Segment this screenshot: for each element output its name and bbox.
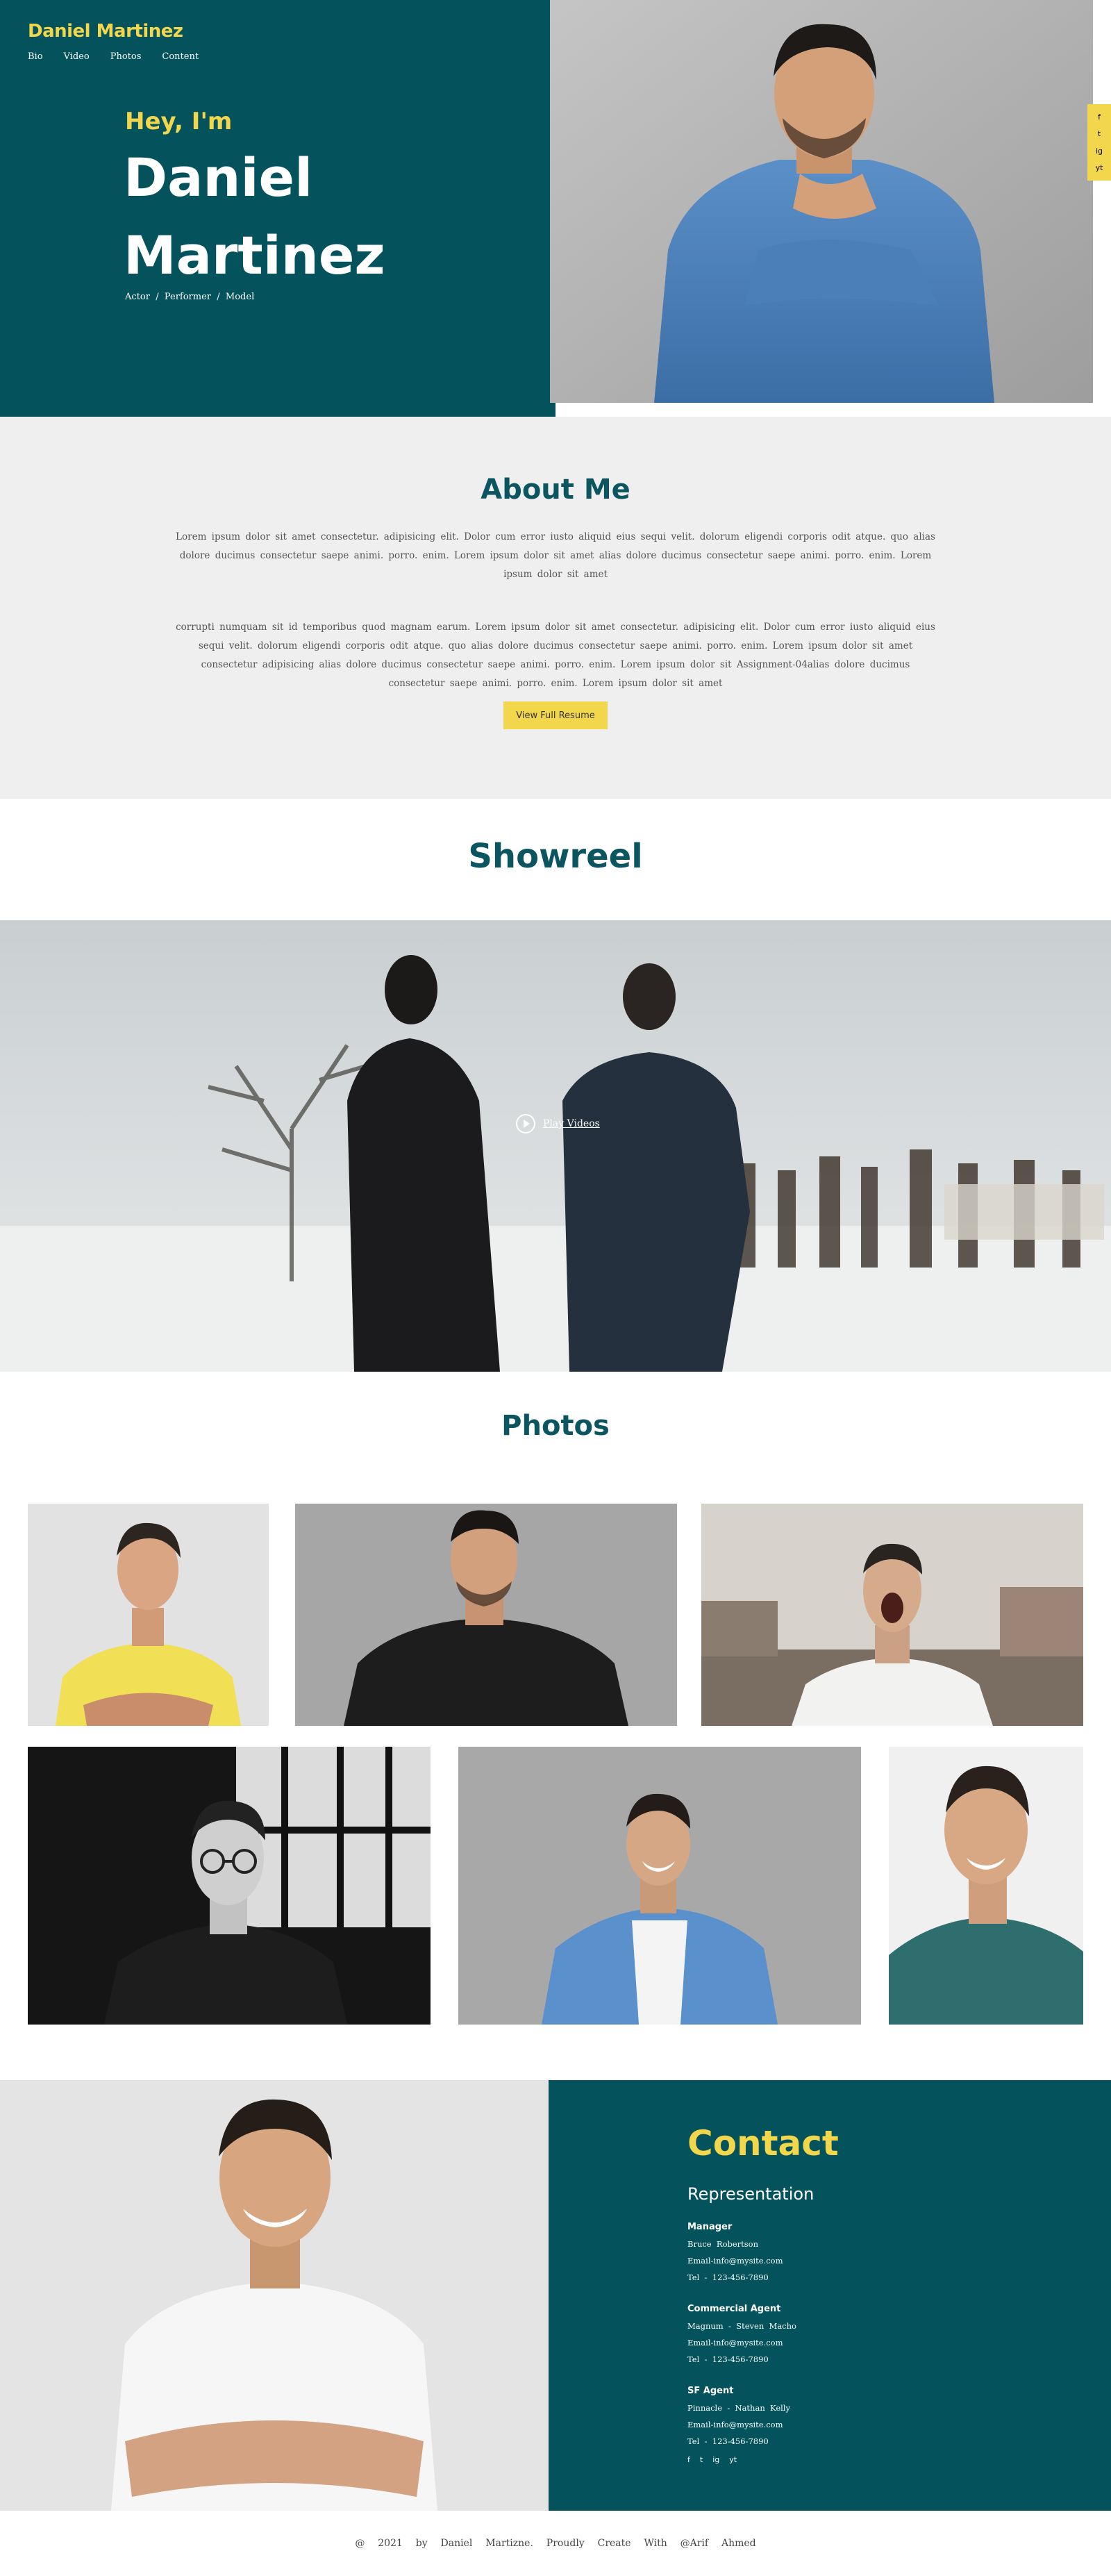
gallery-photo-5[interactable]: [458, 1747, 861, 2025]
agent-commercial: Commercial Agent Magnum - Steven Macho E…: [687, 2301, 796, 2368]
hero-name-first: Daniel: [124, 147, 313, 208]
nav-video[interactable]: Video: [64, 51, 90, 62]
nav-bio[interactable]: Bio: [28, 51, 43, 62]
contact-social-links: f t ig yt: [687, 2455, 737, 2464]
twitter-icon[interactable]: t: [700, 2455, 703, 2464]
agent-tel: Tel - 123-456-7890: [687, 2272, 769, 2282]
gallery-photo-1[interactable]: [28, 1504, 269, 1726]
social-rail: f t ig yt: [1087, 104, 1111, 181]
showreel-video-banner[interactable]: Play Videos: [0, 920, 1111, 1372]
contact-section: Contact Representation Manager Bruce Rob…: [549, 2080, 1111, 2511]
about-paragraph-2: corrupti numquam sit id temporibus quod …: [176, 622, 935, 689]
facebook-icon[interactable]: f: [1098, 113, 1101, 122]
nav-content[interactable]: Content: [162, 51, 199, 62]
agent-role: Manager: [687, 2222, 733, 2232]
facebook-icon[interactable]: f: [687, 2455, 690, 2464]
brand-logo[interactable]: Daniel Martinez: [28, 21, 183, 42]
about-section: About Me Lorem ipsum dolor sit amet cons…: [0, 417, 1111, 799]
hero-name: Daniel Martinez: [124, 139, 512, 294]
showreel-illustration: [0, 920, 1111, 1372]
agent-email[interactable]: Email-info@mysite.com: [687, 2334, 796, 2351]
photo-illustration: [28, 1504, 269, 1726]
gallery-photo-3[interactable]: [701, 1504, 1083, 1726]
youtube-icon[interactable]: yt: [729, 2455, 737, 2464]
representation-subtitle: Representation: [687, 2184, 815, 2204]
agent-tel: Tel - 123-456-7890: [687, 2354, 769, 2364]
agent-name: Magnum - Steven Macho: [687, 2321, 796, 2331]
hero-greeting: Hey, I'm: [125, 108, 233, 135]
gallery-photo-2[interactable]: [295, 1504, 677, 1726]
agent-tel: Tel - 123-456-7890: [687, 2436, 769, 2446]
hero-name-last: Martinez: [124, 224, 385, 286]
gallery-photo-6[interactable]: [889, 1747, 1083, 2025]
nav-photos[interactable]: Photos: [110, 51, 142, 62]
footer-copyright: @ 2021 by Daniel Martizne. Proudly Creat…: [355, 2538, 756, 2549]
agent-role: SF Agent: [687, 2386, 734, 2396]
view-resume-button[interactable]: View Full Resume: [503, 701, 608, 729]
portrait-illustration: [550, 0, 1093, 403]
agent-name: Bruce Robertson: [687, 2239, 759, 2249]
photo-illustration: [701, 1504, 1083, 1726]
hero-panel: Daniel Martinez Bio Video Photos Content…: [0, 0, 556, 417]
play-videos-label[interactable]: Play Videos: [543, 1118, 600, 1129]
photo-illustration: [28, 1747, 431, 2025]
photo-illustration: [295, 1504, 677, 1726]
photo-illustration: [458, 1747, 861, 2025]
agent-email[interactable]: Email-info@mysite.com: [687, 2416, 790, 2433]
play-videos-link[interactable]: Play Videos: [515, 1113, 600, 1134]
portrait-illustration: [0, 2080, 549, 2511]
agent-sf: SF Agent Pinnacle - Nathan Kelly Email-i…: [687, 2383, 790, 2450]
agent-name: Pinnacle - Nathan Kelly: [687, 2403, 790, 2413]
instagram-icon[interactable]: ig: [712, 2455, 719, 2464]
hero-portrait-photo: [550, 0, 1093, 403]
photos-title: Photos: [501, 1410, 610, 1442]
instagram-icon[interactable]: ig: [1096, 147, 1103, 156]
hero-section: Daniel Martinez Bio Video Photos Content…: [0, 0, 1111, 417]
about-title: About Me: [481, 474, 630, 506]
twitter-icon[interactable]: t: [1098, 129, 1101, 138]
gallery-photo-4[interactable]: [28, 1747, 431, 2025]
youtube-icon[interactable]: yt: [1096, 163, 1103, 172]
agent-email[interactable]: Email-info@mysite.com: [687, 2252, 783, 2269]
contact-title: Contact: [687, 2123, 839, 2163]
main-nav: Bio Video Photos Content: [28, 51, 199, 62]
photo-illustration: [889, 1747, 1083, 2025]
agent-manager: Manager Bruce Robertson Email-info@mysit…: [687, 2219, 783, 2286]
hero-roles: Actor / Performer / Model: [125, 292, 255, 302]
showreel-title: Showreel: [468, 837, 643, 876]
agent-role: Commercial Agent: [687, 2304, 781, 2314]
about-paragraph-1: Lorem ipsum dolor sit amet consectetur. …: [176, 531, 935, 580]
footer: @ 2021 by Daniel Martizne. Proudly Creat…: [0, 2511, 1111, 2576]
play-icon[interactable]: [515, 1113, 536, 1134]
contact-portrait-photo: [0, 2080, 549, 2511]
